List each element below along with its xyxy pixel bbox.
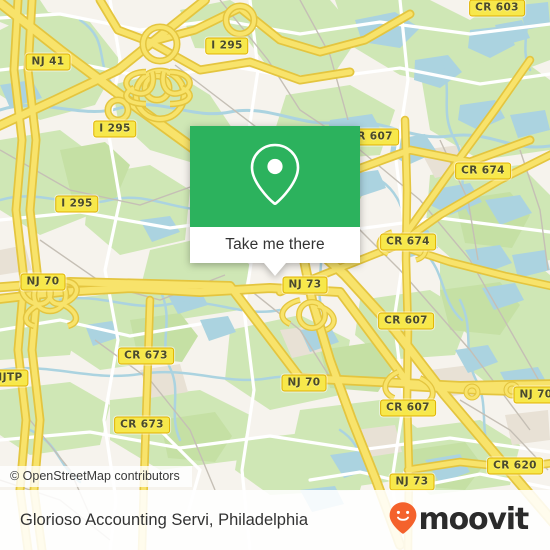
- map-screen: CR 603 I 295 NJ 41 I 295 CR 607 CR 674 I 295 CR…: [0, 0, 550, 550]
- place-popup-card[interactable]: Take me there: [190, 126, 360, 276]
- road-shield: CR 607: [380, 399, 436, 417]
- moovit-wordmark: moovit: [418, 502, 530, 537]
- moovit-brand[interactable]: moovit: [388, 501, 530, 540]
- take-me-there-button[interactable]: Take me there: [190, 227, 360, 276]
- popup-pin-panel: [190, 126, 360, 227]
- road-shield: NJ 70: [513, 386, 550, 404]
- road-shield: NJ 73: [282, 276, 328, 294]
- road-shield: NJ 73: [389, 473, 435, 491]
- take-me-there-label: Take me there: [225, 236, 325, 253]
- road-shield: CR 674: [455, 162, 511, 180]
- road-shield: I 295: [205, 37, 249, 55]
- popup-tail-arrow: [264, 263, 286, 276]
- road-shield: CR 673: [114, 416, 170, 434]
- map-attribution[interactable]: © OpenStreetMap contributors: [0, 466, 192, 487]
- bottom-info-bar: Glorioso Accounting Servi, Philadelphia …: [0, 490, 550, 550]
- map-pin-icon: [247, 141, 303, 212]
- road-shield: I 295: [93, 120, 137, 138]
- road-shield: CR 673: [118, 347, 174, 365]
- road-shield: NJ 70: [20, 273, 66, 291]
- road-shield: CR 603: [469, 0, 525, 17]
- road-shield: CR 674: [380, 233, 436, 251]
- road-shield: CR 620: [487, 457, 543, 475]
- moovit-smiley-pin-icon: [388, 501, 418, 540]
- road-shield: NJ 41: [25, 53, 71, 71]
- place-name-label: Glorioso Accounting Servi, Philadelphia: [20, 510, 309, 529]
- road-shield: I 295: [55, 195, 99, 213]
- road-shield: NJTP: [0, 369, 29, 387]
- road-shield: NJ 70: [281, 374, 327, 392]
- road-shield: CR 607: [378, 312, 434, 330]
